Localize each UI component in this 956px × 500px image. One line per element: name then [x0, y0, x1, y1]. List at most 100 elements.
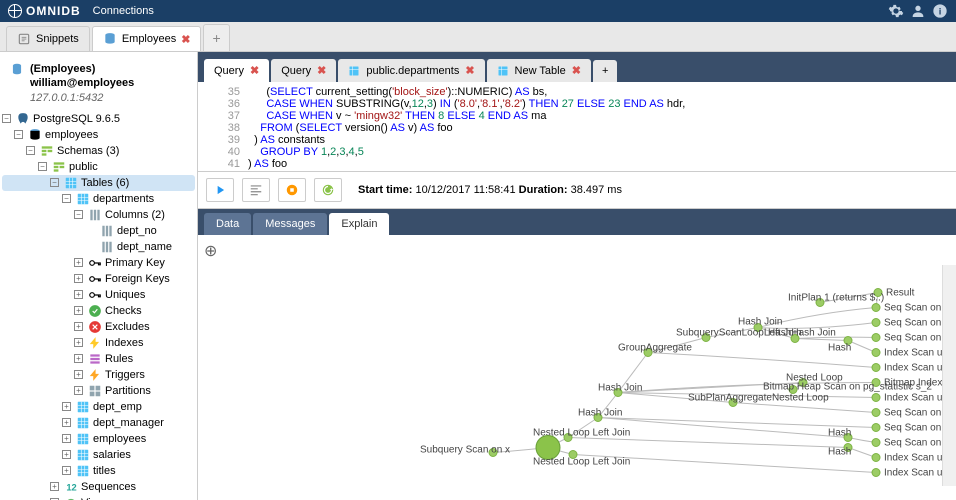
- rules-node[interactable]: +Rules: [2, 351, 195, 367]
- schema-public[interactable]: −public: [2, 159, 195, 175]
- svg-text:12: 12: [66, 482, 76, 492]
- menu-connections[interactable]: Connections: [93, 5, 154, 17]
- close-icon[interactable]: ✖: [465, 64, 474, 77]
- tree-label: Indexes: [105, 337, 144, 349]
- tree-label: salaries: [93, 449, 131, 461]
- expand-icon[interactable]: +: [74, 322, 83, 331]
- sql-editor[interactable]: 35 (SELECT current_setting('block_size')…: [198, 82, 956, 172]
- checks-node[interactable]: + Checks: [2, 303, 195, 319]
- svg-text:Bitmap Heap Scan on pg_statist: Bitmap Heap Scan on pg_statistic s_2: [763, 382, 932, 393]
- expand-icon[interactable]: +: [74, 354, 83, 363]
- add-tab-button[interactable]: +: [203, 24, 229, 51]
- expand-icon[interactable]: +: [62, 402, 71, 411]
- postgresql-node[interactable]: − PostgreSQL 9.6.5: [2, 111, 195, 127]
- expand-icon[interactable]: +: [50, 482, 59, 491]
- expand-icon[interactable]: +: [74, 370, 83, 379]
- table-dept-manager[interactable]: +dept_manager: [2, 415, 195, 431]
- tree-label: PostgreSQL 9.6.5: [33, 113, 120, 125]
- app-name: OMNIDB: [26, 4, 81, 18]
- info-icon[interactable]: i: [932, 3, 948, 19]
- close-icon[interactable]: ✖: [572, 64, 581, 77]
- expand-icon[interactable]: +: [74, 306, 83, 315]
- columns-node[interactable]: −Columns (2): [2, 207, 195, 223]
- tree-label: Checks: [105, 305, 142, 317]
- query-plan-graph[interactable]: ResultInitPlan 1 (returns $..)Seq Scan o…: [198, 235, 956, 500]
- expand-icon[interactable]: +: [74, 290, 83, 299]
- expand-icon[interactable]: +: [62, 466, 71, 475]
- refresh-button[interactable]: [314, 178, 342, 202]
- tab-depts-label: public.departments: [366, 65, 459, 77]
- table-icon: [348, 65, 360, 77]
- tab-newtable-label: New Table: [515, 65, 566, 77]
- tree-label: dept_no: [117, 225, 157, 237]
- tree-label: Triggers: [105, 369, 145, 381]
- duration-label: Duration:: [519, 184, 568, 196]
- explain-panel: ⊕ ResultInitPlan 1 (returns $..)Seq Scan…: [198, 235, 956, 500]
- views-node[interactable]: +Views: [2, 495, 195, 500]
- stop-button[interactable]: [278, 178, 306, 202]
- tree-label: Uniques: [105, 289, 145, 301]
- triggers-node[interactable]: + Triggers: [2, 367, 195, 383]
- tab-employees[interactable]: Employees ✖: [92, 26, 202, 51]
- expand-icon[interactable]: +: [62, 434, 71, 443]
- tab-new-table[interactable]: New Table ✖: [487, 59, 591, 82]
- primary-key-node[interactable]: +Primary Key: [2, 255, 195, 271]
- tab-query-2[interactable]: Query ✖: [271, 59, 336, 82]
- table-employees[interactable]: +employees: [2, 431, 195, 447]
- collapse-icon[interactable]: −: [14, 130, 23, 139]
- tab-snippets[interactable]: Snippets: [6, 26, 90, 51]
- tab-departments[interactable]: public.departments ✖: [338, 59, 484, 82]
- close-icon[interactable]: ✖: [317, 64, 326, 77]
- schemas-node[interactable]: −Schemas (3): [2, 143, 195, 159]
- collapse-icon[interactable]: −: [38, 162, 47, 171]
- column-dept-no[interactable]: dept_no: [2, 223, 195, 239]
- sequences-node[interactable]: +12 Sequences: [2, 479, 195, 495]
- vertical-scrollbar[interactable]: [942, 265, 956, 486]
- uniques-node[interactable]: + Uniques: [2, 287, 195, 303]
- start-time-label: Start time:: [358, 184, 412, 196]
- collapse-icon[interactable]: −: [26, 146, 35, 155]
- tab-query-1[interactable]: Query ✖: [204, 59, 269, 82]
- tab-data[interactable]: Data: [204, 213, 251, 235]
- tab-query-1-label: Query: [214, 65, 244, 77]
- run-button[interactable]: [206, 178, 234, 202]
- tab-explain[interactable]: Explain: [329, 213, 389, 235]
- indent-button[interactable]: [242, 178, 270, 202]
- tree-label: Sequences: [81, 481, 136, 493]
- partitions-node[interactable]: +Partitions: [2, 383, 195, 399]
- tab-messages[interactable]: Messages: [253, 213, 327, 235]
- tab-query-2-label: Query: [281, 65, 311, 77]
- close-icon[interactable]: ✖: [250, 64, 259, 77]
- collapse-icon[interactable]: −: [50, 178, 59, 187]
- foreign-keys-node[interactable]: +Foreign Keys: [2, 271, 195, 287]
- add-inner-tab-button[interactable]: +: [593, 60, 617, 82]
- table-dept-emp[interactable]: +dept_emp: [2, 399, 195, 415]
- expand-icon[interactable]: +: [62, 450, 71, 459]
- user-icon[interactable]: [910, 3, 926, 19]
- zoom-icon[interactable]: ⊕: [204, 241, 217, 261]
- svg-text:Nested Loop Left Join: Nested Loop Left Join: [533, 457, 630, 468]
- table-departments[interactable]: −departments: [2, 191, 195, 207]
- expand-icon[interactable]: +: [74, 258, 83, 267]
- results-tab-bar: Data Messages Explain: [198, 209, 956, 235]
- svg-text:Subquery Scan on x: Subquery Scan on x: [420, 445, 510, 456]
- gear-icon[interactable]: [888, 3, 904, 19]
- table-titles[interactable]: +titles: [2, 463, 195, 479]
- expand-icon[interactable]: +: [74, 386, 83, 395]
- expand-icon[interactable]: +: [74, 274, 83, 283]
- globe-icon: [8, 4, 22, 18]
- excludes-node[interactable]: +Excludes: [2, 319, 195, 335]
- tab-employees-label: Employees: [122, 33, 176, 45]
- table-salaries[interactable]: + salaries: [2, 447, 195, 463]
- expand-icon[interactable]: +: [74, 338, 83, 347]
- close-tab-icon[interactable]: ✖: [181, 33, 190, 46]
- column-dept-name[interactable]: dept_name: [2, 239, 195, 255]
- indexes-node[interactable]: + Indexes: [2, 335, 195, 351]
- expand-icon[interactable]: +: [62, 418, 71, 427]
- collapse-icon[interactable]: −: [74, 210, 83, 219]
- collapse-icon[interactable]: −: [62, 194, 71, 203]
- tables-node[interactable]: −Tables (6): [2, 175, 195, 191]
- svg-text:HashHash Join: HashHash Join: [768, 328, 836, 339]
- collapse-icon[interactable]: −: [2, 114, 11, 123]
- database-node[interactable]: −employees: [2, 127, 195, 143]
